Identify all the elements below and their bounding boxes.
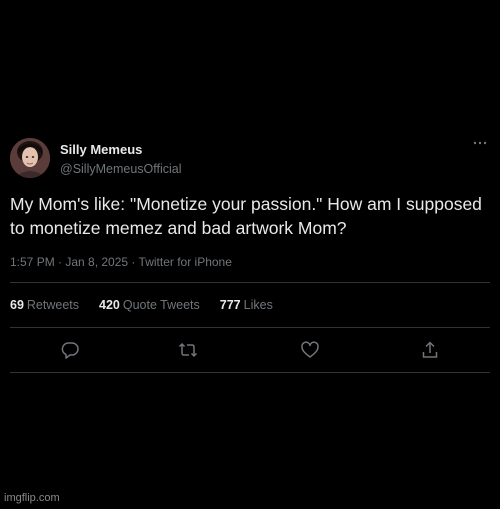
tweet-stats: 69 Retweets 420 Quote Tweets 777 Likes (10, 283, 490, 327)
quotes-stat[interactable]: 420 Quote Tweets (99, 298, 200, 312)
user-handle[interactable]: @SillyMemeusOfficial (60, 160, 182, 178)
author-info: Silly Memeus @SillyMemeusOfficial (60, 142, 182, 178)
likes-stat[interactable]: 777 Likes (220, 298, 273, 312)
quotes-count: 420 (99, 298, 120, 312)
tweet-card: Silly Memeus @SillyMemeusOfficial My Mom… (10, 136, 490, 373)
tweet-timestamp[interactable]: 1:57 PM · Jan 8, 2025 · Twitter for iPho… (10, 254, 490, 270)
likes-count: 777 (219, 298, 241, 312)
retweets-count: 69 (10, 298, 24, 312)
likes-label: Likes (243, 298, 273, 312)
quotes-label: Quote Tweets (122, 298, 200, 312)
more-icon[interactable] (472, 138, 488, 152)
divider (10, 372, 490, 373)
retweet-icon[interactable] (178, 340, 198, 360)
share-icon[interactable] (420, 340, 440, 360)
retweets-stat[interactable]: 69 Retweets (10, 298, 79, 312)
heart-icon[interactable] (300, 340, 320, 360)
tweet-header: Silly Memeus @SillyMemeusOfficial (10, 136, 490, 184)
avatar[interactable] (10, 138, 50, 178)
watermark: imgflip.com (4, 492, 60, 504)
reply-icon[interactable] (60, 340, 80, 360)
tweet-text: My Mom's like: "Monetize your passion." … (10, 194, 482, 238)
retweets-label: Retweets (26, 298, 80, 312)
display-name[interactable]: Silly Memeus (60, 142, 182, 158)
tweet-actions (10, 328, 490, 372)
